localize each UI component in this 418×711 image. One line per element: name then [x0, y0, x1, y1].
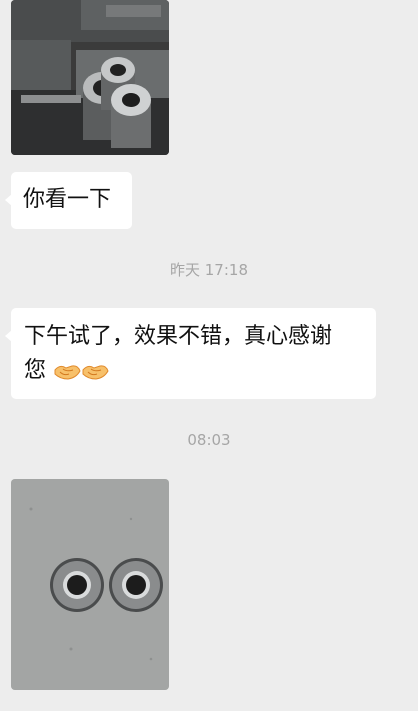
message-text-line-2: 您: [24, 354, 364, 388]
photo-bushings-on-machine: [11, 0, 169, 155]
message-text: 你看一下: [23, 187, 112, 212]
chat-image-message-2[interactable]: [11, 479, 169, 690]
chat-timestamp: 08:03: [0, 430, 418, 450]
emoji-row: [53, 354, 109, 388]
timestamp-text: 08:03: [187, 431, 231, 449]
message-text-tail: 您: [24, 358, 47, 383]
handshake-icon: [54, 365, 81, 380]
chat-image-message-1[interactable]: [11, 0, 169, 155]
handshake-icon: [82, 365, 109, 380]
message-text-line-1: 下午试了，效果不错，真心感谢: [24, 324, 333, 349]
chat-text-bubble[interactable]: 你看一下: [5, 172, 132, 229]
chat-timestamp: 昨天 17:18: [0, 260, 418, 280]
timestamp-text: 昨天 17:18: [170, 261, 248, 279]
photo-bushings-on-floor: [11, 479, 169, 690]
chat-text-bubble[interactable]: 下午试了，效果不错，真心感谢 您: [5, 308, 376, 399]
